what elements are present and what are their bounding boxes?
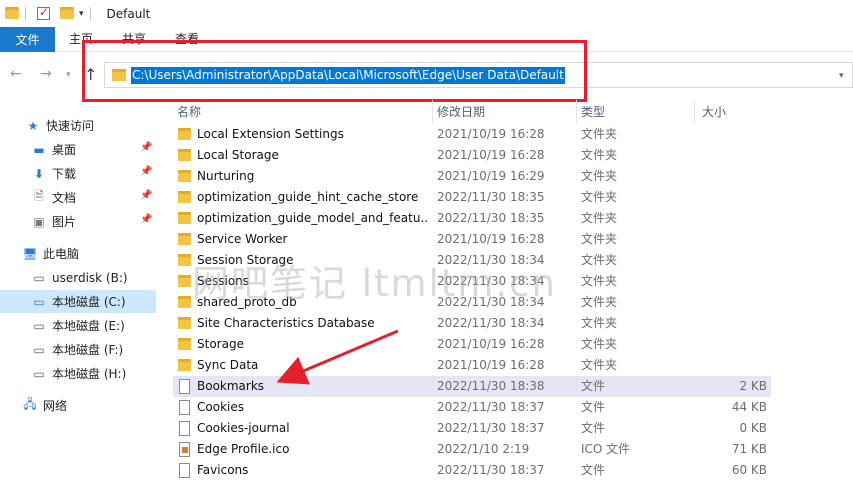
annotation-arrow <box>276 329 399 385</box>
